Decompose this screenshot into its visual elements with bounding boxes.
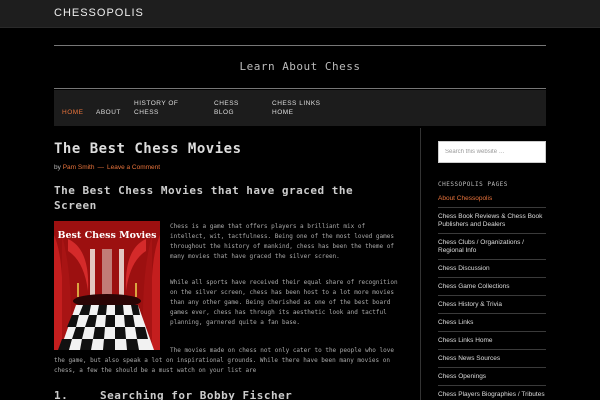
movie-list-number: 1. <box>54 389 69 400</box>
post-paragraph: Chess is a game that offers players a br… <box>170 223 394 260</box>
sidebar-page-link[interactable]: Chess History & Trivia <box>438 296 546 314</box>
feature-image: Best Chess Movies <box>54 221 160 350</box>
pages-list: About Chessopolis Chess Book Reviews & C… <box>438 190 546 400</box>
nav-item-home[interactable]: HOME <box>62 108 84 117</box>
nav-item-chess-blog[interactable]: CHESS BLOG <box>214 99 239 117</box>
post-title[interactable]: The Best Chess Movies <box>54 141 242 157</box>
site-header: CHESSOPOLIS <box>0 0 600 28</box>
author-link[interactable]: Pam Smith <box>63 164 95 171</box>
feature-image-caption: Best Chess Movies <box>57 230 156 241</box>
sidebar-page-link[interactable]: Chess Clubs / Organizations / Regional I… <box>438 234 546 260</box>
nav-item-label-line: HISTORY OF <box>134 100 179 107</box>
sidebar-page-link[interactable]: Chess Book Reviews & Chess Book Publishe… <box>438 208 546 234</box>
header-rule-bottom <box>54 88 546 89</box>
leave-comment-link[interactable]: Leave a Comment <box>107 164 160 171</box>
post-subheading: The Best Chess Movies that have graced t… <box>54 184 354 212</box>
nav-item-label-line: HOME <box>272 109 294 116</box>
sidebar-page-link[interactable]: Chess Game Collections <box>438 278 546 296</box>
sidebar-page-link[interactable]: Chess Links Home <box>438 332 546 350</box>
post-byline: by Pam Smith — Leave a Comment <box>54 164 160 171</box>
site-title[interactable]: CHESSOPOLIS <box>54 7 144 19</box>
byline-prefix: by <box>54 164 61 171</box>
nav-item-chess-links-home[interactable]: CHESS LINKS HOME <box>272 99 321 117</box>
nav-item-label-line: CHESS <box>214 100 239 107</box>
primary-nav: HOME ABOUT HISTORY OF CHESS CHESS BLOG C… <box>54 90 546 126</box>
search-input[interactable] <box>438 141 546 163</box>
nav-item-label-line: CHESS <box>134 109 159 116</box>
sidebar-divider <box>420 128 421 400</box>
nav-item-about[interactable]: ABOUT <box>96 108 121 117</box>
sidebar-page-link[interactable]: About Chessopolis <box>438 190 546 208</box>
movie-list-title: Searching for Bobby Fischer <box>100 389 293 400</box>
nav-item-label-line: CHESS LINKS <box>272 100 321 107</box>
movie-list-heading: 1. Searching for Bobby Fischer <box>54 389 292 400</box>
post-paragraph: The movies made on chess not only cater … <box>54 347 394 374</box>
sidebar-page-link[interactable]: Chess Links <box>438 314 546 332</box>
pages-widget-title: CHESSOPOLIS PAGES <box>438 181 508 188</box>
header-rule-top <box>54 45 546 46</box>
sidebar-page-link[interactable]: Chess Players Biographies / Tributes <box>438 386 546 400</box>
sidebar-page-link[interactable]: Chess Openings <box>438 368 546 386</box>
byline-separator: — <box>97 164 104 171</box>
site-tagline: Learn About Chess <box>239 60 361 73</box>
sidebar-page-link[interactable]: Chess News Sources <box>438 350 546 368</box>
sidebar-page-link[interactable]: Chess Discussion <box>438 260 546 278</box>
nav-item-label-line: BLOG <box>214 109 235 116</box>
nav-item-history-of-chess[interactable]: HISTORY OF CHESS <box>134 99 178 117</box>
post-paragraph: While all sports have received their equ… <box>170 279 398 326</box>
